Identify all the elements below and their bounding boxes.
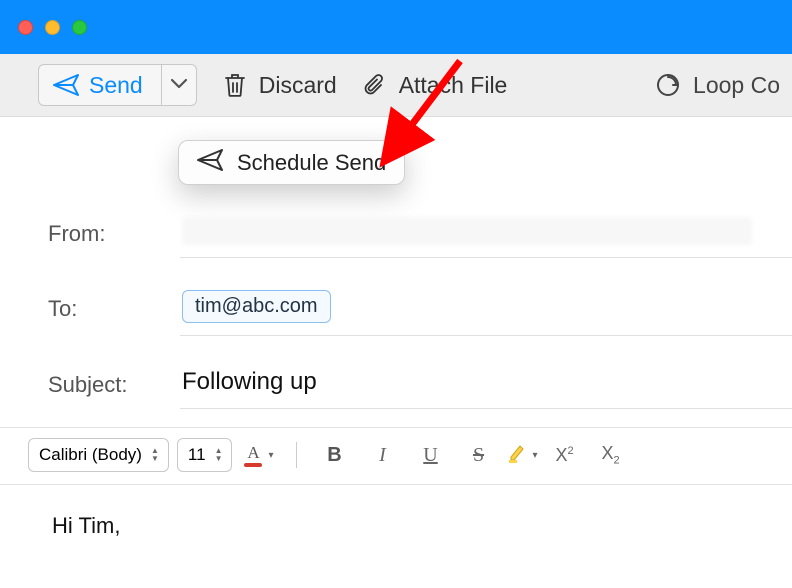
send-split-button: Send <box>38 64 197 106</box>
toolbar: Send Discard Attach File Loop <box>0 54 792 117</box>
font-color-icon: A <box>244 443 262 467</box>
trash-icon <box>223 72 247 98</box>
font-family-value: Calibri (Body) <box>39 445 142 465</box>
subscript-button[interactable]: X2 <box>592 443 630 467</box>
subject-input[interactable] <box>182 368 790 396</box>
font-size-select[interactable]: 11 ▲▼ <box>177 438 233 472</box>
recipient-pill[interactable]: tim@abc.com <box>182 290 331 323</box>
strikethrough-button[interactable]: S <box>459 444 499 467</box>
stepper-icon: ▲▼ <box>148 447 162 463</box>
from-field[interactable] <box>180 209 792 258</box>
attach-file-label: Attach File <box>399 72 508 99</box>
attach-file-button[interactable]: Attach File <box>363 72 508 99</box>
schedule-send-menu-item[interactable]: Schedule Send <box>178 140 405 185</box>
separator <box>296 442 297 468</box>
format-toolbar: Calibri (Body) ▲▼ 11 ▲▼ A ▾ B I U S <box>0 427 792 485</box>
bold-button[interactable]: B <box>315 444 355 467</box>
subject-row: Subject: <box>0 348 792 421</box>
send-icon <box>53 74 79 96</box>
loop-icon <box>655 72 681 98</box>
minimize-window-button[interactable] <box>45 20 60 35</box>
from-value-redacted <box>182 217 752 245</box>
chevron-down-icon: ▾ <box>533 450 538 461</box>
send-outline-icon <box>197 149 223 176</box>
font-size-value: 11 <box>188 445 206 465</box>
subject-label: Subject: <box>48 372 180 398</box>
font-color-button[interactable]: A ▾ <box>240 443 277 467</box>
discard-label: Discard <box>259 72 337 99</box>
loop-label: Loop Co <box>693 72 780 99</box>
send-options-button[interactable] <box>162 65 196 105</box>
to-label: To: <box>48 296 180 322</box>
highlighter-icon <box>507 442 529 469</box>
loop-components-button[interactable]: Loop Co <box>655 72 780 99</box>
chevron-down-icon: ▾ <box>268 450 273 461</box>
paperclip-icon <box>363 72 387 98</box>
to-field[interactable]: tim@abc.com <box>180 282 792 336</box>
discard-button[interactable]: Discard <box>223 72 337 99</box>
schedule-send-label: Schedule Send <box>237 150 386 176</box>
from-label: From: <box>48 221 180 247</box>
chevron-down-icon <box>171 76 187 94</box>
close-window-button[interactable] <box>18 20 33 35</box>
message-body[interactable]: Hi Tim, <box>0 485 792 539</box>
superscript-button[interactable]: X2 <box>546 445 584 466</box>
highlight-button[interactable]: ▾ <box>507 442 538 469</box>
underline-button[interactable]: U <box>411 444 451 467</box>
window-titlebar <box>0 0 792 54</box>
stepper-icon: ▲▼ <box>212 447 226 463</box>
to-row: To: tim@abc.com <box>0 270 792 348</box>
body-line: Hi Tim, <box>52 513 792 539</box>
font-family-select[interactable]: Calibri (Body) ▲▼ <box>28 438 169 472</box>
send-label: Send <box>89 72 143 99</box>
send-button[interactable]: Send <box>39 65 162 105</box>
subject-field-wrap <box>180 360 792 409</box>
italic-button[interactable]: I <box>363 444 403 467</box>
fullscreen-window-button[interactable] <box>72 20 87 35</box>
from-row: From: <box>0 197 792 270</box>
